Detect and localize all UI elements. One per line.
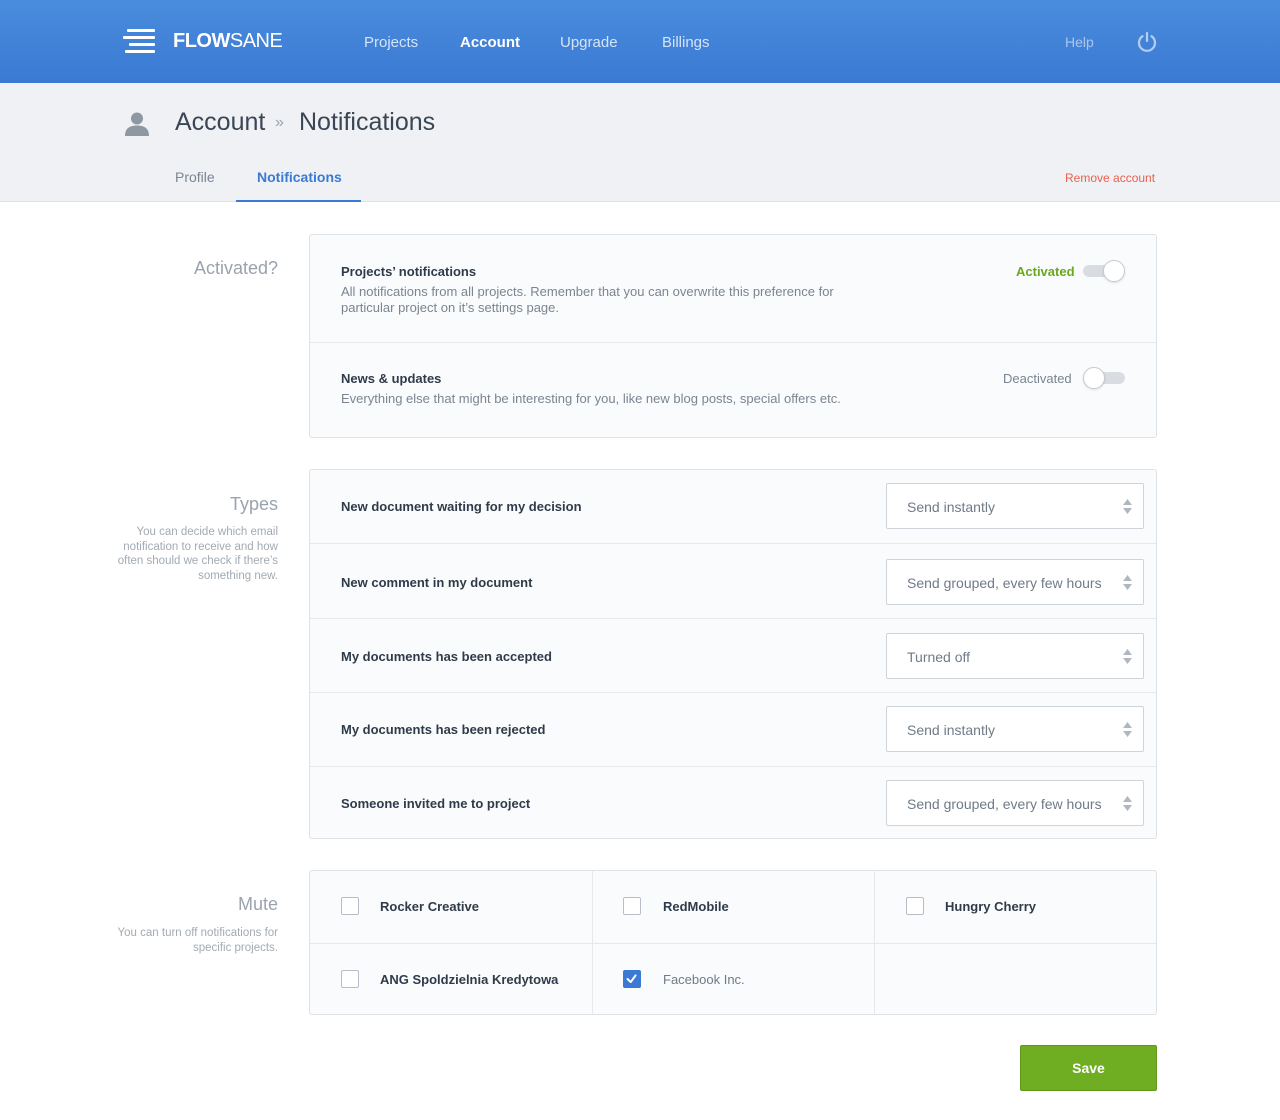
row-description: Everything else that might be interestin…	[341, 391, 841, 406]
help-link[interactable]: Help	[1065, 34, 1094, 50]
section-title-activated: Activated?	[193, 258, 278, 278]
type-label: New document waiting for my decision	[341, 499, 582, 514]
active-tab-indicator	[236, 200, 361, 202]
frequency-select[interactable]: Send grouped, every few hours	[886, 559, 1144, 605]
mute-card: Rocker Creative RedMobile Hungry Cherry …	[309, 870, 1157, 1015]
activation-card: Projects’ notifications All notification…	[309, 234, 1157, 438]
type-label: Someone invited me to project	[341, 796, 531, 811]
frequency-select[interactable]: Send grouped, every few hours	[886, 780, 1144, 826]
news-updates-toggle[interactable]	[1083, 367, 1127, 389]
save-button[interactable]: Save	[1020, 1045, 1157, 1091]
row-title: News & updates	[341, 371, 442, 386]
type-row: My documents has been rejected Send inst…	[310, 692, 1156, 766]
mute-item[interactable]: ANG Spoldzielnia Kredytowa	[310, 943, 593, 1014]
section-description-types: You can decide which email notification …	[117, 526, 278, 582]
row-title: Projects’ notifications	[341, 264, 477, 279]
mute-item[interactable]: Rocker Creative	[310, 870, 593, 943]
select-arrows-icon	[1123, 499, 1132, 514]
mute-checkbox[interactable]	[341, 897, 359, 915]
frequency-select[interactable]: Send instantly	[886, 483, 1144, 529]
select-value: Send grouped, every few hours	[907, 575, 1102, 591]
row-description: All notifications from all projects. Rem…	[341, 284, 834, 315]
activation-row-news: News & updates Everything else that migh…	[310, 342, 1156, 438]
section-title-types: Types	[229, 494, 278, 514]
activation-row-projects: Projects’ notifications All notification…	[310, 235, 1156, 342]
types-card: New document waiting for my decision Sen…	[309, 469, 1157, 839]
type-row: Someone invited me to project Send group…	[310, 766, 1156, 839]
select-arrows-icon	[1123, 796, 1132, 811]
select-value: Send instantly	[907, 499, 995, 515]
type-row: My documents has been accepted Turned of…	[310, 618, 1156, 692]
project-name: RedMobile	[663, 899, 729, 914]
type-label: New comment in my document	[341, 575, 533, 590]
type-row: New document waiting for my decision Sen…	[310, 470, 1156, 543]
breadcrumb-separator: »	[275, 114, 284, 131]
mute-checkbox[interactable]	[623, 897, 641, 915]
frequency-select[interactable]: Send instantly	[886, 706, 1144, 752]
nav-projects[interactable]: Projects	[364, 34, 418, 51]
toggle-state-label: Activated	[1016, 264, 1075, 279]
section-title-mute: Mute	[237, 894, 278, 914]
mute-item[interactable]: RedMobile	[593, 870, 875, 943]
mute-checkbox[interactable]	[341, 970, 359, 988]
project-name: Hungry Cherry	[945, 899, 1037, 914]
projects-notifications-toggle[interactable]	[1083, 260, 1127, 282]
type-row: New comment in my document Send grouped,…	[310, 543, 1156, 618]
project-name: Rocker Creative	[380, 899, 479, 914]
nav-account[interactable]: Account	[460, 34, 520, 51]
section-description-mute: You can turn off notifications for speci…	[117, 927, 278, 954]
toggle-state-label: Deactivated	[1003, 371, 1072, 386]
checkmark-icon	[626, 974, 637, 984]
tab-profile[interactable]: Profile	[175, 169, 215, 185]
mute-item[interactable]: Facebook Inc.	[593, 943, 875, 1014]
breadcrumb-account[interactable]: Account	[175, 108, 265, 137]
frequency-select[interactable]: Turned off	[886, 633, 1144, 679]
nav-billings[interactable]: Billings	[662, 34, 710, 51]
mute-item[interactable]: Hungry Cherry	[875, 870, 1156, 943]
mute-checkbox-checked[interactable]	[623, 970, 641, 988]
nav-upgrade[interactable]: Upgrade	[560, 34, 618, 51]
type-label: My documents has been accepted	[341, 649, 552, 664]
select-value: Turned off	[907, 649, 971, 665]
type-label: My documents has been rejected	[341, 722, 546, 737]
select-arrows-icon	[1123, 722, 1132, 737]
top-navigation-bar: FLOWSANE Projects Account Upgrade Billin…	[0, 0, 1280, 83]
project-name: Facebook Inc.	[663, 972, 745, 987]
brand-logo[interactable]: FLOWSANE	[123, 28, 283, 54]
tab-notifications[interactable]: Notifications	[257, 169, 342, 185]
brand-name: FLOWSANE	[173, 29, 283, 52]
mute-empty-cell	[875, 943, 1156, 1014]
power-icon[interactable]	[1136, 31, 1158, 53]
select-arrows-icon	[1123, 649, 1132, 664]
mute-checkbox[interactable]	[906, 897, 924, 915]
menu-lines-icon	[123, 29, 155, 53]
select-arrows-icon	[1123, 575, 1132, 590]
project-name: ANG Spoldzielnia Kredytowa	[380, 972, 559, 987]
user-icon	[125, 112, 149, 136]
select-value: Send instantly	[907, 722, 995, 738]
remove-account-link[interactable]: Remove account	[1065, 171, 1155, 185]
page-title: Notifications	[299, 108, 436, 136]
select-value: Send grouped, every few hours	[907, 796, 1102, 812]
